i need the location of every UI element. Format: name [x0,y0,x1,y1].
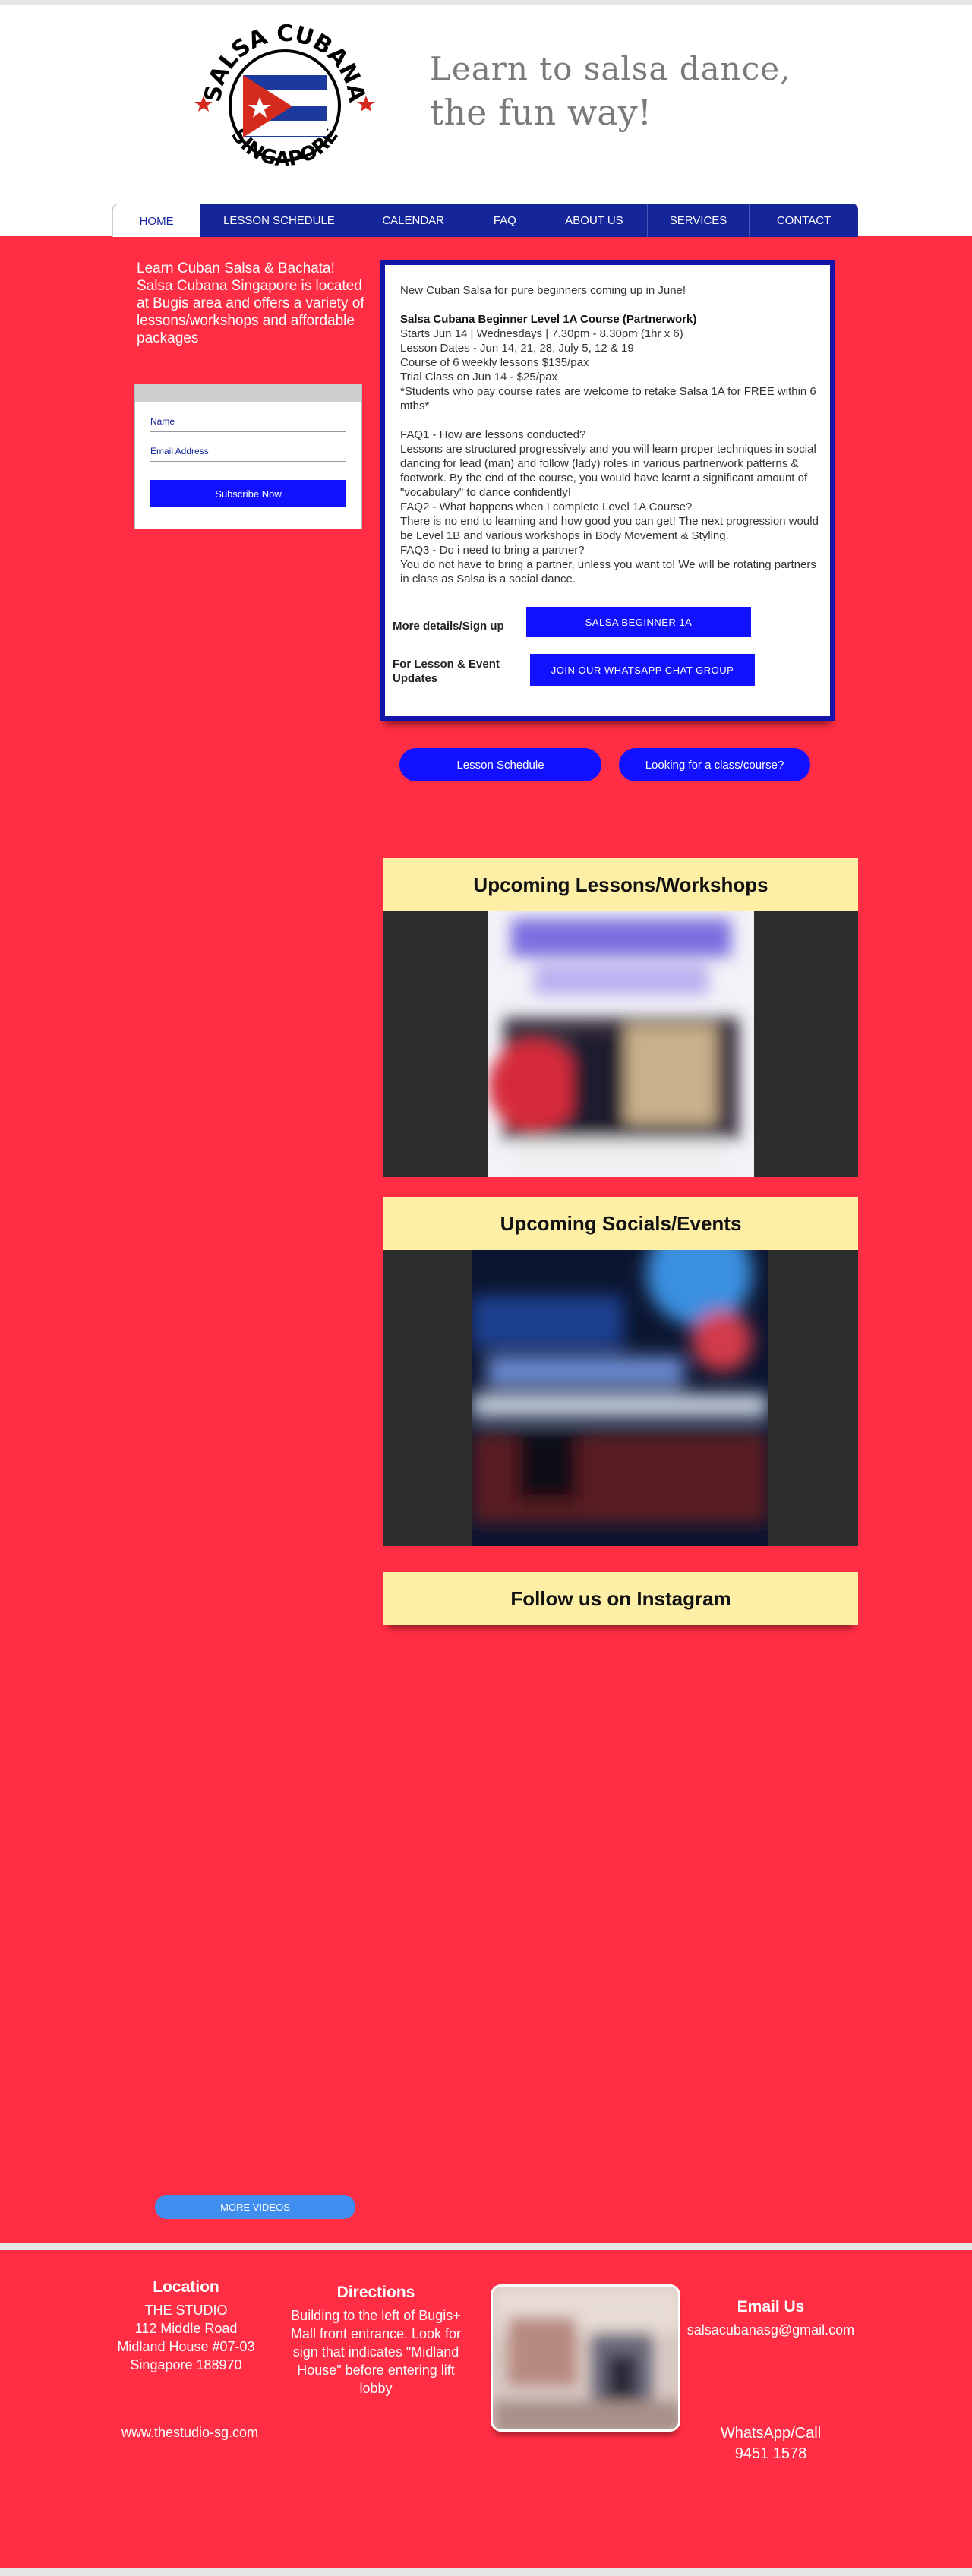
whatsapp-label: WhatsApp/Call [720,2425,822,2442]
main-nav: HOME LESSON SCHEDULE CALENDAR FAQ ABOUT … [112,204,858,237]
lessons-poster-image[interactable] [488,911,754,1177]
location-line: Midland House #07-03 [117,2339,255,2354]
find-class-button[interactable]: Looking for a class/course? [619,748,810,781]
course-line: Course of 6 weekly lessons $135/pax [400,356,589,369]
location-line: Singapore 188970 [130,2357,242,2372]
faq-line: There is no end to learning and how good… [400,515,819,542]
cuban-flag-logo-icon[interactable]: SALSA CUBANA SINGAPORE [190,11,380,187]
directions-text: Building to the left of Bugis+ Mall fron… [290,2308,462,2396]
nav-services[interactable]: SERVICES [648,204,750,237]
email-link[interactable]: salsacubanasg@gmail.com [676,2321,866,2339]
upcoming-lessons-heading: Upcoming Lessons/Workshops [383,858,858,911]
location-line: 112 Middle Road [134,2321,238,2336]
directions-block: Directions Building to the left of Bugis… [285,2284,467,2398]
location-line: THE STUDIO [144,2303,228,2318]
upcoming-lessons-section: Upcoming Lessons/Workshops [383,858,858,1177]
follow-instagram-heading: Follow us on Instagram [383,1572,858,1625]
intro-line: New Cuban Salsa for pure beginners comin… [400,284,686,297]
upcoming-socials-heading: Upcoming Socials/Events [383,1197,858,1250]
form-header-bar [135,384,361,402]
faq-line: FAQ1 - How are lessons conducted? [400,428,586,441]
nav-faq[interactable]: FAQ [469,204,541,237]
course-line: Lesson Dates - Jun 14, 21, 28, July 5, 1… [400,342,634,355]
studio-photo[interactable] [491,2284,680,2432]
email-title: Email Us [737,2298,805,2316]
updates-label: For Lesson & Event Updates [393,658,500,685]
course-info-text: New Cuban Salsa for pure beginners comin… [400,283,825,586]
more-videos-button[interactable]: MORE VIDEOS [155,2195,355,2219]
whatsapp-group-button[interactable]: JOIN OUR WHATSAPP CHAT GROUP [530,654,755,686]
faq-line: You do not have to bring a partner, unle… [400,558,816,586]
tagline-line1: Learn to salsa dance, [430,50,791,87]
bottom-strip [0,2568,972,2576]
location-title: Location [153,2278,219,2296]
salsa-beginner-button[interactable]: SALSA BEGINNER 1A [526,607,751,637]
nav-home[interactable]: HOME [112,204,201,237]
course-info-box: New Cuban Salsa for pure beginners comin… [380,260,835,721]
course-title: Salsa Cubana Beginner Level 1A Course (P… [400,313,697,326]
name-field[interactable]: Name [150,416,346,432]
nav-contact[interactable]: CONTACT [750,204,858,237]
socials-poster-image[interactable] [472,1250,768,1546]
website-link[interactable]: www.thestudio-sg.com [106,2423,273,2442]
email-block: Email Us salsacubanasg@gmail.com [676,2298,866,2339]
email-field[interactable]: Email Address [150,446,346,462]
subscribe-button[interactable]: Subscribe Now [150,480,346,507]
site-footer: Location THE STUDIO 112 Middle Road Midl… [0,2250,972,2568]
tagline: Learn to salsa dance, the fun way! [430,50,791,133]
whatsapp-number[interactable]: 9451 1578 [691,2444,850,2464]
nav-about-us[interactable]: ABOUT US [541,204,648,237]
course-line: Trial Class on Jun 14 - $25/pax [400,371,558,384]
course-line: *Students who pay course rates are welco… [400,385,816,412]
footer-divider [0,2243,972,2250]
intro-text: Learn Cuban Salsa & Bachata! Salsa Cuban… [137,260,364,346]
whatsapp-block: WhatsApp/Call 9451 1578 [691,2423,850,2464]
faq-line: FAQ3 - Do i need to bring a partner? [400,544,585,557]
signup-label: More details/Sign up [393,620,504,633]
lesson-schedule-button[interactable]: Lesson Schedule [399,748,601,781]
tagline-line2: the fun way! [430,92,652,133]
directions-title: Directions [336,2284,415,2301]
site-header: SALSA CUBANA SINGAPORE Learn to salsa da… [0,5,972,236]
faq-line: Lessons are structured progressively and… [400,443,816,499]
subscribe-form: Name Email Address Subscribe Now [134,384,362,529]
nav-lesson-schedule[interactable]: LESSON SCHEDULE [200,204,358,237]
course-line: Starts Jun 14 | Wednesdays | 7.30pm - 8.… [400,327,683,340]
location-block: Location THE STUDIO 112 Middle Road Midl… [106,2278,266,2374]
upcoming-socials-section: Upcoming Socials/Events [383,1197,858,1546]
faq-line: FAQ2 - What happens when I complete Leve… [400,500,693,513]
nav-calendar[interactable]: CALENDAR [358,204,469,237]
